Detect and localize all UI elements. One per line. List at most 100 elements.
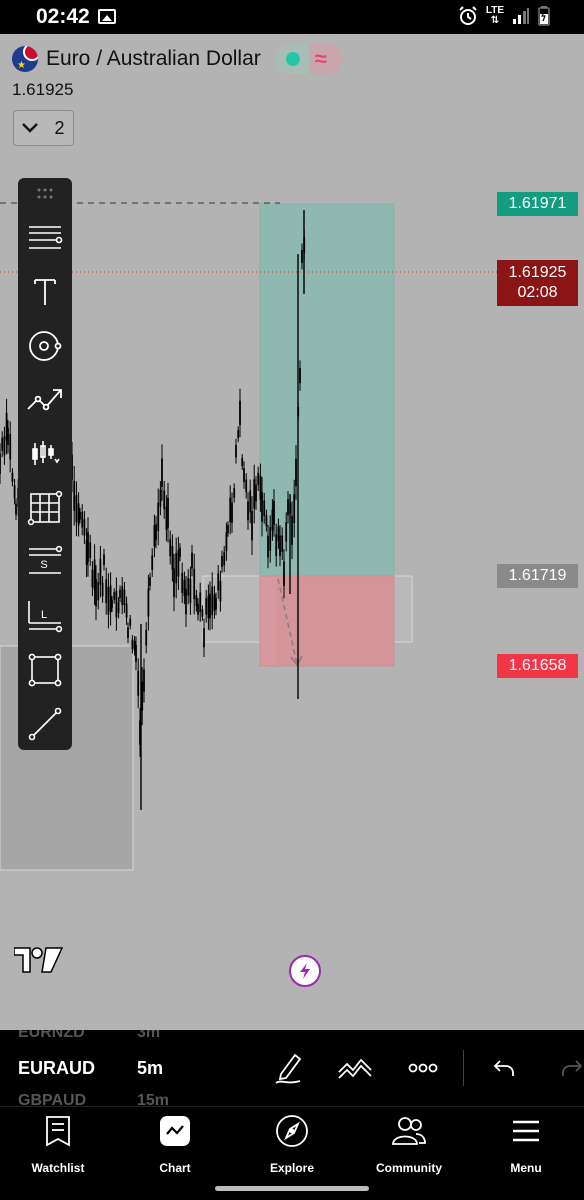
candle-body bbox=[95, 578, 97, 607]
candle-body bbox=[243, 468, 245, 482]
nav-chart[interactable]: Chart bbox=[125, 1113, 225, 1183]
short-position-icon: S bbox=[29, 545, 63, 574]
candle-body bbox=[165, 506, 168, 530]
network-label: LTE bbox=[485, 5, 504, 16]
candle-body bbox=[287, 499, 289, 516]
candle-body bbox=[265, 515, 268, 527]
candle-body bbox=[161, 458, 163, 487]
nav-explore[interactable]: Explore bbox=[242, 1113, 342, 1183]
candle-body bbox=[97, 582, 100, 601]
signal-icon bbox=[513, 8, 529, 24]
battery-icon bbox=[538, 6, 550, 26]
candle-body bbox=[279, 535, 281, 556]
candle-body bbox=[205, 598, 208, 615]
candle-body bbox=[281, 535, 284, 552]
candle-body bbox=[237, 430, 240, 439]
candle-body bbox=[9, 434, 12, 460]
home-indicator[interactable] bbox=[215, 1186, 369, 1191]
drag-handle-icon[interactable] bbox=[35, 186, 55, 202]
nav-menu[interactable]: Menu bbox=[476, 1113, 576, 1183]
candle-body bbox=[159, 489, 162, 507]
candle-body bbox=[249, 490, 252, 513]
nav-chart-label: Chart bbox=[159, 1161, 191, 1175]
candle-body bbox=[129, 618, 132, 626]
market-status-badge[interactable]: ≈ bbox=[274, 44, 343, 74]
pattern-tool[interactable] bbox=[25, 326, 65, 366]
stop-loss-price-label[interactable]: 1.61658 bbox=[497, 654, 578, 678]
candle-body bbox=[255, 484, 257, 502]
chevron-down-icon bbox=[22, 123, 39, 133]
candles-tool[interactable] bbox=[25, 434, 65, 474]
chart-icon bbox=[160, 1116, 190, 1146]
brush-icon bbox=[275, 1053, 302, 1084]
candle-body bbox=[213, 594, 216, 611]
candle-body bbox=[73, 480, 76, 511]
candle-body bbox=[231, 502, 233, 523]
nav-community[interactable]: Community bbox=[359, 1113, 459, 1183]
candle-body bbox=[11, 472, 14, 482]
symbol-picker-selected[interactable]: EURAUD bbox=[18, 1058, 95, 1079]
candle-body bbox=[79, 511, 81, 520]
line-tool[interactable] bbox=[25, 704, 65, 744]
pattern-button[interactable] bbox=[335, 1050, 375, 1086]
line-icon bbox=[28, 707, 62, 741]
drawing-brush-button[interactable] bbox=[268, 1050, 308, 1086]
candle-body bbox=[137, 670, 140, 696]
candle-body bbox=[241, 458, 244, 466]
take-profit-price-label[interactable]: 1.61971 bbox=[497, 192, 578, 216]
candle-body bbox=[263, 500, 266, 517]
candle-body bbox=[267, 535, 269, 558]
candle-body bbox=[113, 592, 116, 600]
candle-body bbox=[173, 568, 175, 597]
timeframe-picker-next[interactable]: 15m bbox=[137, 1092, 169, 1106]
trend-lines-tool[interactable] bbox=[25, 218, 65, 258]
timeframe-picker-prev[interactable]: 3m bbox=[137, 1030, 160, 1042]
prediction-tool[interactable] bbox=[25, 380, 65, 420]
candle-body bbox=[219, 580, 222, 602]
fib-grid-tool[interactable] bbox=[25, 488, 65, 528]
candle-body bbox=[123, 589, 126, 606]
candle-body bbox=[207, 595, 210, 619]
pattern-icon bbox=[29, 331, 62, 361]
profit-zone bbox=[259, 203, 395, 577]
short-position-tool[interactable]: S bbox=[25, 542, 65, 582]
indicators-toggle-button[interactable]: 2 bbox=[13, 110, 74, 146]
candle-body bbox=[175, 552, 178, 584]
drawing-toolbar[interactable]: S L bbox=[18, 178, 72, 750]
symbol-header[interactable]: Euro / Australian Dollar ≈ bbox=[12, 44, 343, 74]
candle-body bbox=[209, 593, 211, 619]
more-options-button[interactable] bbox=[403, 1050, 443, 1086]
candle-body bbox=[101, 582, 104, 597]
candle-body bbox=[125, 603, 128, 618]
price-chart[interactable] bbox=[0, 34, 584, 1030]
nav-watchlist[interactable]: Watchlist bbox=[8, 1113, 108, 1183]
entry-price-label[interactable]: 1.61719 bbox=[497, 564, 578, 588]
text-tool[interactable] bbox=[25, 272, 65, 312]
current-price: 1.61925 bbox=[508, 264, 567, 281]
network-type: LTE ⇅ bbox=[485, 5, 504, 26]
undo-button[interactable] bbox=[484, 1050, 524, 1086]
long-position-tool[interactable]: L bbox=[25, 596, 65, 636]
candle-body bbox=[0, 453, 1, 474]
candle-body bbox=[131, 639, 134, 649]
candle-body bbox=[275, 534, 278, 556]
candle-body bbox=[91, 569, 94, 588]
nav-community-label: Community bbox=[376, 1161, 442, 1175]
replay-lightning-button[interactable] bbox=[289, 955, 321, 987]
current-price-label[interactable]: 1.61925 02:08 bbox=[497, 260, 578, 306]
candle-body bbox=[151, 555, 154, 570]
nav-menu-label: Menu bbox=[510, 1161, 542, 1175]
rectangle-tool[interactable] bbox=[25, 650, 65, 690]
symbol-picker-next[interactable]: GBPAUD bbox=[18, 1092, 86, 1106]
candle-body bbox=[233, 488, 236, 498]
redo-button[interactable] bbox=[552, 1050, 584, 1086]
candle-body bbox=[193, 568, 196, 600]
candle-body bbox=[187, 577, 190, 596]
candle-body bbox=[223, 552, 226, 566]
candle-body bbox=[179, 547, 181, 557]
chart-area[interactable]: Euro / Australian Dollar ≈ 1.61925 2 bbox=[0, 34, 584, 1030]
symbol-picker-prev[interactable]: EURNZD bbox=[18, 1030, 85, 1042]
symbol-name[interactable]: Euro / Australian Dollar bbox=[46, 47, 261, 71]
timeframe-picker-selected[interactable]: 5m bbox=[137, 1058, 163, 1079]
long-letter: L bbox=[41, 609, 47, 621]
